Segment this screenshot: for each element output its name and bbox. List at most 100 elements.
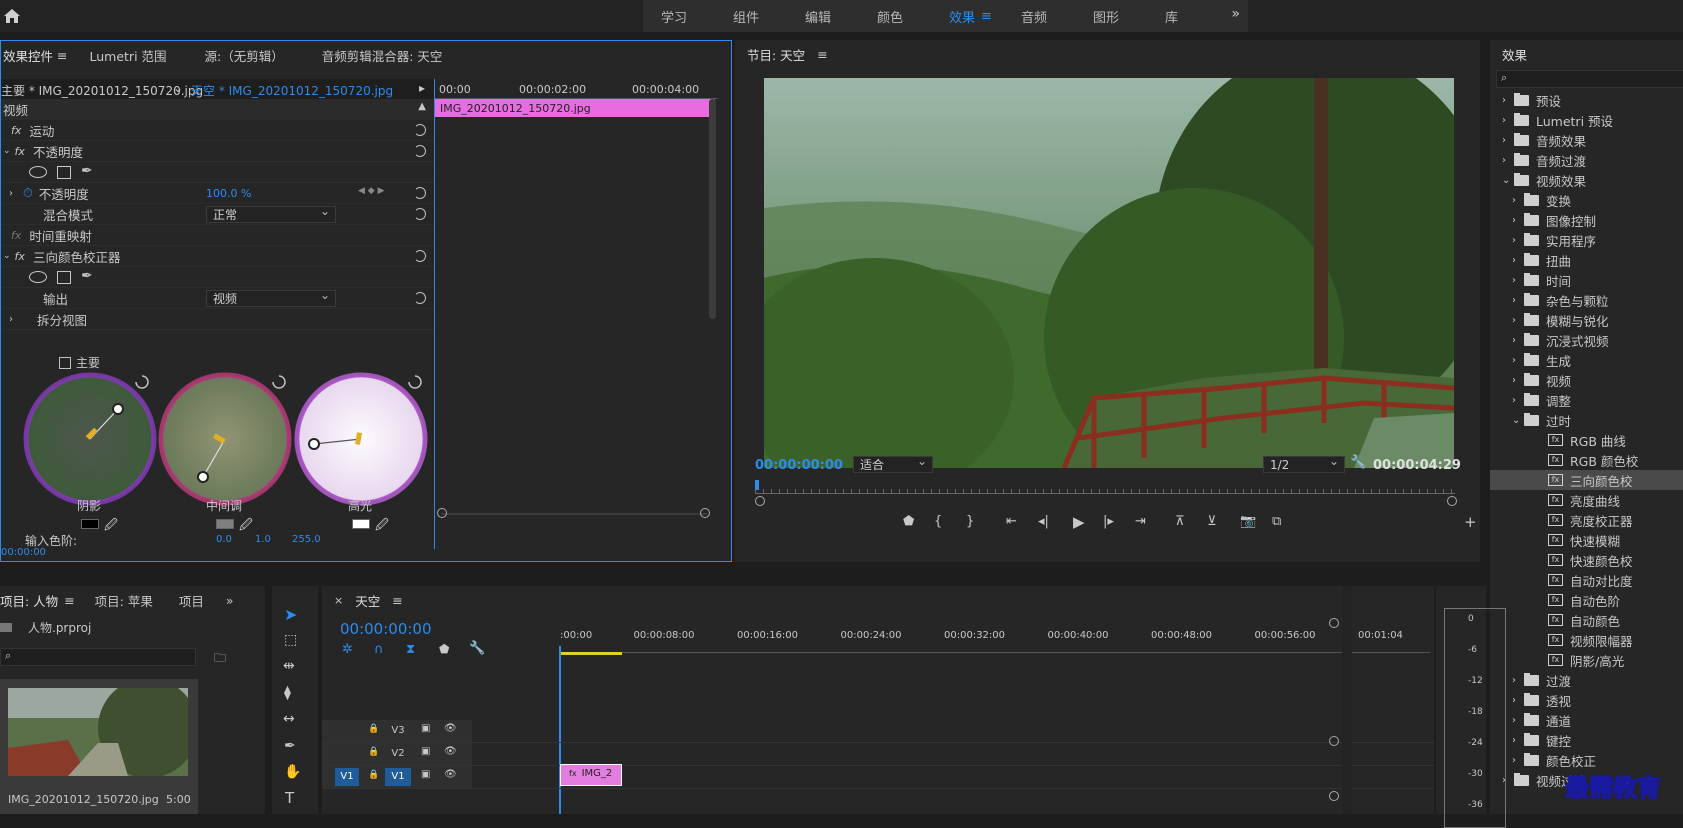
reset-midtones-icon[interactable] [272,375,286,389]
midtones-wheel[interactable] [158,372,292,506]
ec-clip-bar[interactable]: IMG_20201012_150720.jpg [435,99,715,117]
chevron-right-icon[interactable]: › [1512,695,1524,706]
project-search-input[interactable]: ⌕ [0,648,196,666]
chevron-down-icon[interactable]: ⌄ [1502,175,1514,186]
reset-highlights-icon[interactable] [408,375,422,389]
split-view-row[interactable]: › 拆分视图 [1,309,434,330]
fx-icon[interactable]: fx [11,124,21,137]
chevron-right-icon[interactable]: › [1502,115,1514,126]
effects-tree-item[interactable]: › 扭曲 [1490,250,1683,270]
input-level-white[interactable]: 255.0 [292,534,321,545]
track-header[interactable]: V1 🔒 V1 ▣ 👁 [322,766,1434,789]
expand-icon[interactable]: › [9,188,13,199]
play-only-icon[interactable]: ▸ [419,81,425,95]
chevron-right-icon[interactable]: › [1512,295,1524,306]
effects-tree-item[interactable]: › 音频过渡 [1490,150,1683,170]
keyframe-nav-icon[interactable]: ◀ ◆ ▶ [358,186,385,196]
tab-project[interactable]: 项目 [179,591,204,610]
eyedropper-icon[interactable]: 🖉 [375,516,389,538]
tab-project-apple[interactable]: 项目: 苹果 [95,591,153,610]
hand-tool-icon[interactable]: ✋ [284,764,301,780]
reset-icon[interactable] [414,187,426,199]
lock-icon[interactable]: 🔒 [368,747,379,757]
tab-libraries[interactable]: 库 [1147,7,1219,26]
tab-sequence[interactable]: 天空 [355,591,380,610]
eye-icon[interactable]: 👁 [444,723,457,734]
effects-tree-item[interactable]: › 调整 [1490,390,1683,410]
panel-menu-icon[interactable]: ≡ [392,593,402,608]
effects-tree-item[interactable]: fx 亮度校正器 [1490,510,1683,530]
ellipse-mask-icon[interactable] [29,271,47,283]
ripple-edit-tool-icon[interactable]: ⇹ [283,658,295,674]
more-tabs-icon[interactable]: » [226,593,234,608]
track-name[interactable]: V3 [385,722,411,740]
effects-tree-item[interactable]: › 图像控制 [1490,210,1683,230]
more-workspaces-icon[interactable]: » [1231,6,1240,22]
effects-tree-item[interactable]: fx RGB 曲线 [1490,430,1683,450]
chevron-right-icon[interactable]: › [1512,715,1524,726]
button-editor-icon[interactable]: + [1464,513,1477,531]
step-back-icon[interactable]: ◂| [1038,514,1049,529]
snap-icon[interactable]: ∩ [374,642,384,657]
timeline-settings-icon[interactable]: 🔧 [469,641,485,656]
effects-tree-item[interactable]: › Lumetri 预设 [1490,110,1683,130]
reset-icon[interactable] [414,208,426,220]
play-icon[interactable]: ▶ [1073,513,1085,531]
eye-icon[interactable]: 👁 [444,769,457,780]
resolution-dropdown[interactable]: 1/2 [1263,454,1345,473]
track-select-tool-icon[interactable]: ⬚ [284,632,297,648]
program-title[interactable]: 节目: 天空 [747,45,805,64]
effects-tree-item[interactable]: › 时间 [1490,270,1683,290]
chevron-right-icon[interactable]: › [1502,95,1514,106]
effects-tree-item[interactable]: › 视频 [1490,370,1683,390]
tab-color[interactable]: 颜色 [859,7,931,26]
timeline-timecode[interactable]: 00:00:00:00 [340,620,432,638]
chevron-right-icon[interactable]: › [1512,675,1524,686]
tab-graphics[interactable]: 图形 [1075,7,1147,26]
pen-mask-icon[interactable]: ✒ [81,163,93,179]
go-to-out-icon[interactable]: ⇥ [1135,514,1146,529]
reset-icon[interactable] [414,292,426,304]
eyedropper-icon[interactable]: 🖉 [239,516,253,538]
rectangle-mask-icon[interactable] [57,166,71,179]
eye-icon[interactable]: 👁 [444,746,457,757]
expand-icon[interactable]: › [9,314,13,325]
fx-icon[interactable]: fx [15,250,25,263]
effects-tree-item[interactable]: ⌄ 视频效果 [1490,170,1683,190]
input-level-black[interactable]: 0.0 [216,534,232,545]
effects-tree-item[interactable]: fx 视频限幅器 [1490,630,1683,650]
tab-source[interactable]: 源:（无剪辑） [205,46,284,65]
panel-menu-icon[interactable]: ≡ [817,47,827,62]
clip-thumbnail-tile[interactable]: IMG_20201012_150720.jpg 5:00 [0,679,198,814]
fx-opacity-row[interactable]: ⌄ fx 不透明度 [1,141,434,162]
tab-audio-clip-mixer[interactable]: 音频剪辑混合器: 天空 [322,46,443,65]
track-name[interactable]: V1 [385,768,411,786]
source-patch[interactable]: V1 [335,768,359,786]
input-level-gray[interactable]: 1.0 [255,534,271,545]
panel-menu-icon[interactable]: ≡ [57,48,67,63]
sync-lock-icon[interactable]: ▣ [421,746,430,757]
effects-search-input[interactable]: ⌕ [1496,70,1683,88]
effects-tree-item[interactable]: fx RGB 颜色校 [1490,450,1683,470]
lock-icon[interactable]: 🔒 [368,770,379,780]
zoom-handle-icon[interactable] [700,508,710,518]
expand-icon[interactable]: ⌄ [3,146,11,156]
nest-icon[interactable]: ✲ [342,642,353,657]
program-timecode[interactable]: 00:00:00:00 [755,458,843,473]
expand-icon[interactable]: ⌄ [3,251,11,261]
chevron-right-icon[interactable]: › [1512,235,1524,246]
chevron-right-icon[interactable]: › [1512,255,1524,266]
tab-project-people[interactable]: 项目: 人物 [0,591,58,610]
effects-tree-item[interactable]: fx 三向颜色校 [1490,470,1683,490]
lift-icon[interactable]: ⊼ [1175,514,1185,529]
ec-timecode[interactable]: 00:00:00 [1,547,46,558]
panel-menu-icon[interactable]: ≡ [64,593,74,608]
effects-tree-item[interactable]: › 实用程序 [1490,230,1683,250]
time-remap-row[interactable]: fx 时间重映射 [1,225,434,246]
compare-view-icon[interactable]: ⧉ [1272,514,1281,529]
effects-tree-item[interactable]: fx 亮度曲线 [1490,490,1683,510]
effects-tree-item[interactable]: fx 快速模糊 [1490,530,1683,550]
track-header[interactable]: 🔒 V2 ▣ 👁 [322,743,1434,766]
tab-audio[interactable]: 音频 [1003,7,1075,26]
chevron-right-icon[interactable]: › [1512,735,1524,746]
